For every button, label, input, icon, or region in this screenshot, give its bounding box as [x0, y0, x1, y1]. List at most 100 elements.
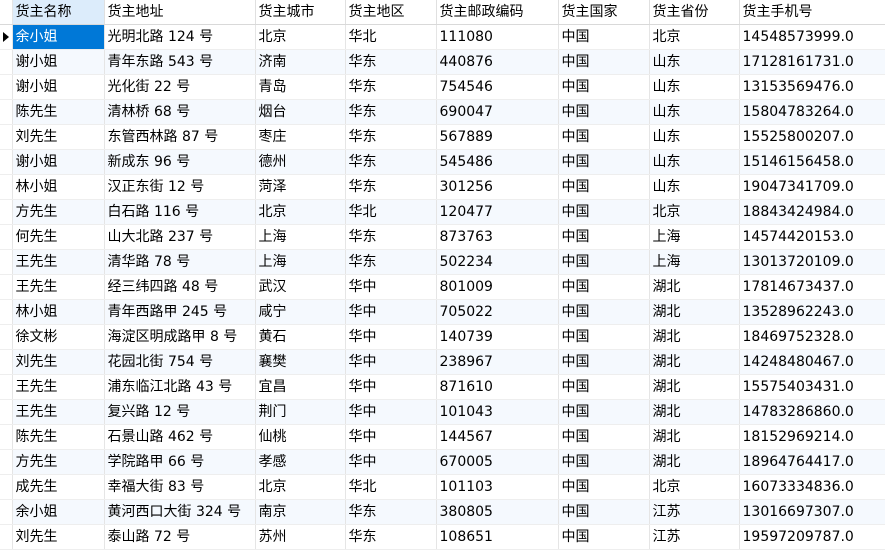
- cell-address[interactable]: 花园北街 754 号: [104, 349, 256, 375]
- cell-postal-code[interactable]: 140739: [436, 324, 559, 350]
- cell-address[interactable]: 青年东路 543 号: [104, 49, 256, 75]
- cell-city[interactable]: 北京: [255, 199, 346, 225]
- cell-name[interactable]: 徐文彬: [12, 324, 105, 350]
- cell-region[interactable]: 华东: [345, 499, 437, 525]
- cell-address[interactable]: 东管西林路 87 号: [104, 124, 256, 150]
- cell-address[interactable]: 泰山路 72 号: [104, 524, 256, 550]
- cell-phone[interactable]: 18843424984.0: [739, 199, 885, 225]
- row-indicator[interactable]: [0, 174, 13, 200]
- cell-region[interactable]: 华北: [345, 474, 437, 500]
- column-header-name[interactable]: 货主名称: [12, 0, 105, 25]
- cell-name[interactable]: 方先生: [12, 199, 105, 225]
- cell-province[interactable]: 湖北: [649, 374, 740, 400]
- table-row[interactable]: 陈先生 石景山路 462 号仙桃 华中 144567 中国 湖北 18152969214.0: [0, 424, 885, 450]
- cell-phone[interactable]: 14783286860.0: [739, 399, 885, 425]
- cell-phone[interactable]: 19047341709.0: [739, 174, 885, 200]
- cell-postal-code[interactable]: 440876: [436, 49, 559, 75]
- cell-city[interactable]: 宜昌: [255, 374, 346, 400]
- cell-name[interactable]: 方先生: [12, 449, 105, 475]
- row-indicator[interactable]: [0, 124, 13, 150]
- cell-address[interactable]: 光化街 22 号: [104, 74, 256, 100]
- cell-country[interactable]: 中国: [558, 424, 650, 450]
- cell-region[interactable]: 华中: [345, 349, 437, 375]
- column-header-country[interactable]: 货主国家: [558, 0, 650, 25]
- cell-province[interactable]: 山东: [649, 174, 740, 200]
- cell-city[interactable]: 武汉: [255, 274, 346, 300]
- table-row[interactable]: 何先生 山大北路 237 号上海 华东 873763 中国 上海 14574420153.0: [0, 224, 885, 250]
- cell-phone[interactable]: 14548573999.0: [739, 24, 885, 50]
- cell-province[interactable]: 湖北: [649, 399, 740, 425]
- cell-country[interactable]: 中国: [558, 374, 650, 400]
- cell-province[interactable]: 山东: [649, 149, 740, 175]
- cell-address[interactable]: 青年西路甲 245 号: [104, 299, 256, 325]
- row-indicator[interactable]: [0, 474, 13, 500]
- cell-province[interactable]: 上海: [649, 249, 740, 275]
- cell-province[interactable]: 山东: [649, 99, 740, 125]
- cell-region[interactable]: 华东: [345, 49, 437, 75]
- cell-name[interactable]: 林小姐: [12, 174, 105, 200]
- table-row[interactable]: 方先生 学院路甲 66 号孝感 华中 670005 中国 湖北 18964764417.0: [0, 449, 885, 475]
- cell-country[interactable]: 中国: [558, 474, 650, 500]
- cell-province[interactable]: 湖北: [649, 299, 740, 325]
- cell-address[interactable]: 幸福大街 83 号: [104, 474, 256, 500]
- row-indicator[interactable]: [0, 374, 13, 400]
- cell-phone[interactable]: 15575403431.0: [739, 374, 885, 400]
- cell-country[interactable]: 中国: [558, 274, 650, 300]
- cell-province[interactable]: 上海: [649, 224, 740, 250]
- cell-postal-code[interactable]: 502234: [436, 249, 559, 275]
- cell-name[interactable]: 王先生: [12, 399, 105, 425]
- cell-address[interactable]: 新成东 96 号: [104, 149, 256, 175]
- cell-country[interactable]: 中国: [558, 399, 650, 425]
- cell-province[interactable]: 北京: [649, 199, 740, 225]
- row-indicator[interactable]: [0, 249, 13, 275]
- cell-city[interactable]: 北京: [255, 24, 346, 50]
- cell-postal-code[interactable]: 567889: [436, 124, 559, 150]
- cell-name[interactable]: 陈先生: [12, 424, 105, 450]
- cell-name[interactable]: 陈先生: [12, 99, 105, 125]
- cell-province[interactable]: 山东: [649, 124, 740, 150]
- cell-city[interactable]: 上海: [255, 224, 346, 250]
- cell-address[interactable]: 浦东临江北路 43 号: [104, 374, 256, 400]
- cell-city[interactable]: 北京: [255, 474, 346, 500]
- cell-address[interactable]: 光明北路 124 号: [104, 24, 256, 50]
- cell-address[interactable]: 白石路 116 号: [104, 199, 256, 225]
- cell-region[interactable]: 华北: [345, 24, 437, 50]
- cell-city[interactable]: 孝感: [255, 449, 346, 475]
- table-row[interactable]: 王先生 经三纬四路 48 号武汉 华中 801009 中国 湖北 17814673437.0: [0, 274, 885, 300]
- cell-country[interactable]: 中国: [558, 74, 650, 100]
- table-row[interactable]: 谢小姐 光化街 22 号青岛 华东 754546 中国 山东 13153569476.0: [0, 74, 885, 100]
- cell-country[interactable]: 中国: [558, 249, 650, 275]
- cell-address[interactable]: 黄河西口大街 324 号: [104, 499, 256, 525]
- cell-country[interactable]: 中国: [558, 299, 650, 325]
- cell-region[interactable]: 华东: [345, 524, 437, 550]
- row-indicator[interactable]: [0, 449, 13, 475]
- cell-address[interactable]: 清华路 78 号: [104, 249, 256, 275]
- cell-country[interactable]: 中国: [558, 199, 650, 225]
- row-indicator[interactable]: [0, 299, 13, 325]
- cell-phone[interactable]: 13153569476.0: [739, 74, 885, 100]
- cell-city[interactable]: 青岛: [255, 74, 346, 100]
- cell-phone[interactable]: 17814673437.0: [739, 274, 885, 300]
- cell-postal-code[interactable]: 111080: [436, 24, 559, 50]
- cell-address[interactable]: 清林桥 68 号: [104, 99, 256, 125]
- table-row[interactable]: 刘先生 泰山路 72 号苏州 华东 108651 中国 江苏 19597209787.0: [0, 524, 885, 550]
- cell-region[interactable]: 华东: [345, 174, 437, 200]
- cell-region[interactable]: 华东: [345, 224, 437, 250]
- cell-postal-code[interactable]: 301256: [436, 174, 559, 200]
- cell-city[interactable]: 济南: [255, 49, 346, 75]
- cell-country[interactable]: 中国: [558, 449, 650, 475]
- table-row[interactable]: 林小姐 青年西路甲 245 号咸宁 华中 705022 中国 湖北 13528962243.…: [0, 299, 885, 325]
- cell-name[interactable]: 成先生: [12, 474, 105, 500]
- cell-country[interactable]: 中国: [558, 149, 650, 175]
- cell-phone[interactable]: 18152969214.0: [739, 424, 885, 450]
- cell-name[interactable]: 谢小姐: [12, 149, 105, 175]
- cell-postal-code[interactable]: 690047: [436, 99, 559, 125]
- cell-phone[interactable]: 19597209787.0: [739, 524, 885, 550]
- cell-phone[interactable]: 15146156458.0: [739, 149, 885, 175]
- row-indicator[interactable]: [0, 324, 13, 350]
- row-indicator[interactable]: [0, 199, 13, 225]
- cell-name[interactable]: 林小姐: [12, 299, 105, 325]
- cell-city[interactable]: 黄石: [255, 324, 346, 350]
- row-indicator[interactable]: [0, 24, 13, 50]
- cell-province[interactable]: 湖北: [649, 349, 740, 375]
